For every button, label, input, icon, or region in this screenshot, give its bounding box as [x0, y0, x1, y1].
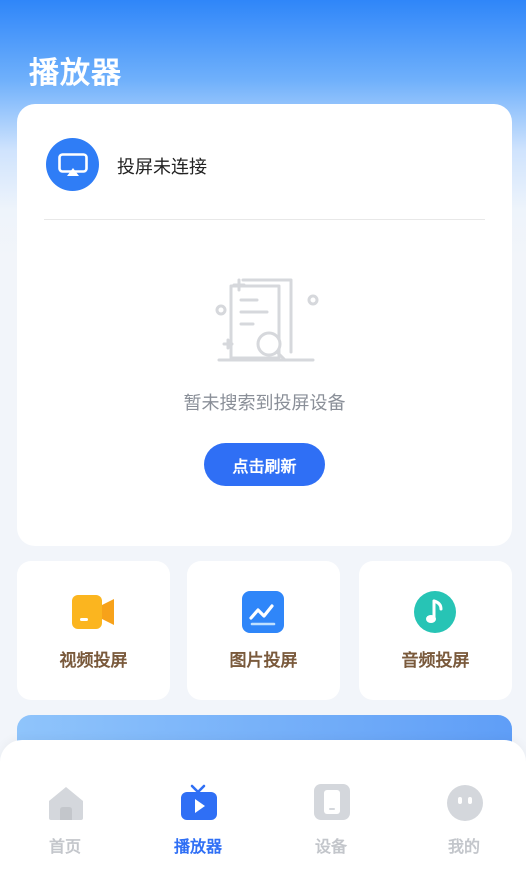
image-cast-label: 图片投屏 — [229, 651, 298, 671]
empty-search-illustration — [215, 278, 319, 362]
tab-player[interactable]: 播放器 — [143, 780, 253, 860]
cast-icon — [46, 138, 99, 191]
audio-cast-card[interactable]: 音频投屏 — [359, 561, 512, 700]
audio-cast-label: 音频投屏 — [401, 651, 470, 671]
divider — [44, 219, 485, 220]
tab-mine[interactable]: 我的 — [409, 780, 519, 860]
phone-device-icon — [314, 784, 350, 820]
tab-home[interactable]: 首页 — [10, 780, 120, 860]
tab-device[interactable]: 设备 — [276, 780, 386, 860]
music-note-icon — [414, 591, 456, 633]
image-icon — [242, 591, 284, 633]
empty-message: 暂未搜索到投屏设备 — [183, 393, 346, 414]
tab-player-label: 播放器 — [173, 837, 222, 856]
cast-panel: 投屏未连接 暂未搜索到投屏设备 点击刷新 — [17, 104, 512, 546]
tab-device-label: 设备 — [314, 837, 347, 856]
tv-play-icon — [181, 784, 217, 820]
page-title: 播放器 — [29, 56, 122, 91]
image-cast-card[interactable]: 图片投屏 — [187, 561, 340, 700]
home-icon — [49, 787, 83, 820]
profile-face-icon — [447, 785, 483, 821]
bottom-tab-bar: 首页 播放器 设备 我的 — [0, 740, 526, 892]
video-cast-label: 视频投屏 — [59, 651, 128, 671]
video-cast-card[interactable]: 视频投屏 — [17, 561, 170, 700]
tab-home-label: 首页 — [48, 837, 81, 856]
cast-status: 投屏未连接 — [117, 157, 207, 178]
refresh-button[interactable]: 点击刷新 — [204, 443, 325, 486]
video-camera-icon — [72, 595, 114, 629]
tab-mine-label: 我的 — [447, 837, 480, 856]
